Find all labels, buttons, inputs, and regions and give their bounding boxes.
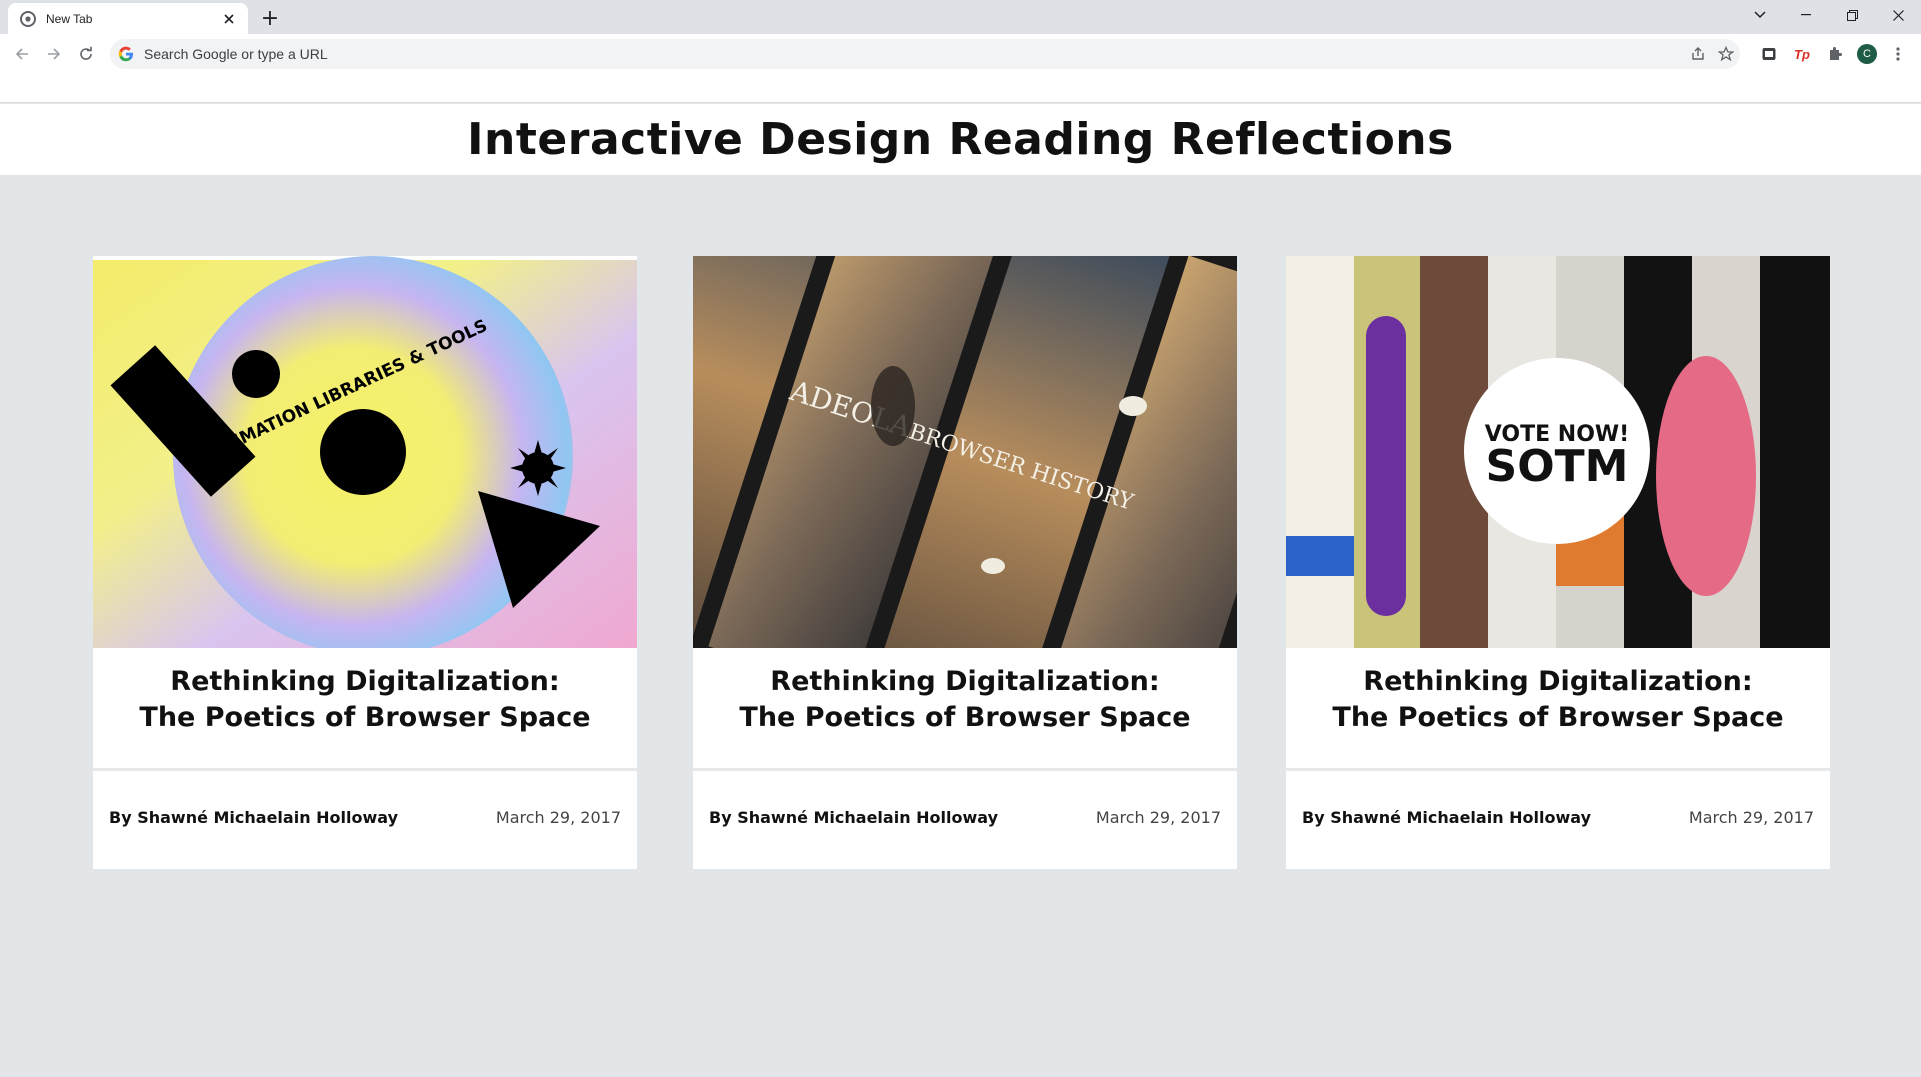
tab-title: New Tab <box>46 11 93 26</box>
card-author: By Shawné Michaelain Holloway <box>109 808 399 827</box>
extension-tp-icon[interactable]: Tp <box>1788 40 1816 68</box>
card-divider <box>93 768 637 771</box>
extension-reader-icon[interactable] <box>1755 40 1783 68</box>
reload-icon[interactable] <box>72 40 100 68</box>
card-author: By Shawné Michaelain Holloway <box>709 808 999 827</box>
tab-close-icon[interactable] <box>220 10 238 28</box>
page-title: Interactive Design Reading Reflections <box>467 114 1454 165</box>
card-image-ui-animation[interactable]: UI ANIMATION LIBRARIES & TOOLS <box>93 256 637 648</box>
profile-avatar[interactable]: C <box>1853 40 1881 68</box>
share-icon[interactable] <box>1684 40 1712 68</box>
omnibox-placeholder: Search Google or type a URL <box>144 46 328 62</box>
card-title[interactable]: Rethinking Digitalization: The Poetics o… <box>1286 664 1830 736</box>
article-card[interactable]: ADEOLA BROWSER HISTORY Rethinking Digita… <box>693 256 1237 869</box>
card-date: March 29, 2017 <box>495 808 621 827</box>
card-divider <box>1286 768 1830 771</box>
card-image-caption-2: SOTM <box>1486 441 1629 492</box>
forward-icon[interactable] <box>40 40 68 68</box>
card-image-vote-sotm[interactable]: VOTE NOW! SOTM <box>1286 256 1830 648</box>
new-tab-button[interactable]: + <box>258 6 282 31</box>
article-card[interactable]: VOTE NOW! SOTM Rethinking Digitalization… <box>1286 256 1830 869</box>
minimize-icon[interactable] <box>1783 0 1829 30</box>
back-icon[interactable] <box>8 40 36 68</box>
bookmark-star-icon[interactable] <box>1712 40 1740 68</box>
article-card[interactable]: UI ANIMATION LIBRARIES & TOOLS Rethinkin… <box>93 256 637 869</box>
extensions-puzzle-icon[interactable] <box>1821 40 1849 68</box>
card-image-browser-history[interactable]: ADEOLA BROWSER HISTORY <box>693 256 1237 648</box>
google-icon <box>118 46 134 62</box>
card-date: March 29, 2017 <box>1688 808 1814 827</box>
card-title[interactable]: Rethinking Digitalization: The Poetics o… <box>93 664 637 736</box>
card-date: March 29, 2017 <box>1095 808 1221 827</box>
tab-strip: New Tab + <box>0 0 1921 34</box>
restore-icon[interactable] <box>1829 0 1875 30</box>
card-title[interactable]: Rethinking Digitalization: The Poetics o… <box>693 664 1237 736</box>
card-divider <box>693 768 1237 771</box>
chrome-icon <box>20 10 36 27</box>
menu-kebab-icon[interactable] <box>1884 40 1912 68</box>
card-author: By Shawné Michaelain Holloway <box>1302 808 1592 827</box>
omnibox[interactable]: Search Google or type a URL <box>110 39 1740 69</box>
browser-toolbar: Search Google or type a URL Tp C <box>0 34 1921 103</box>
tab-search-icon[interactable] <box>1737 0 1783 30</box>
tab-new-tab[interactable]: New Tab <box>8 3 248 34</box>
page-header: Interactive Design Reading Reflections <box>0 104 1921 175</box>
close-window-icon[interactable] <box>1875 0 1921 30</box>
